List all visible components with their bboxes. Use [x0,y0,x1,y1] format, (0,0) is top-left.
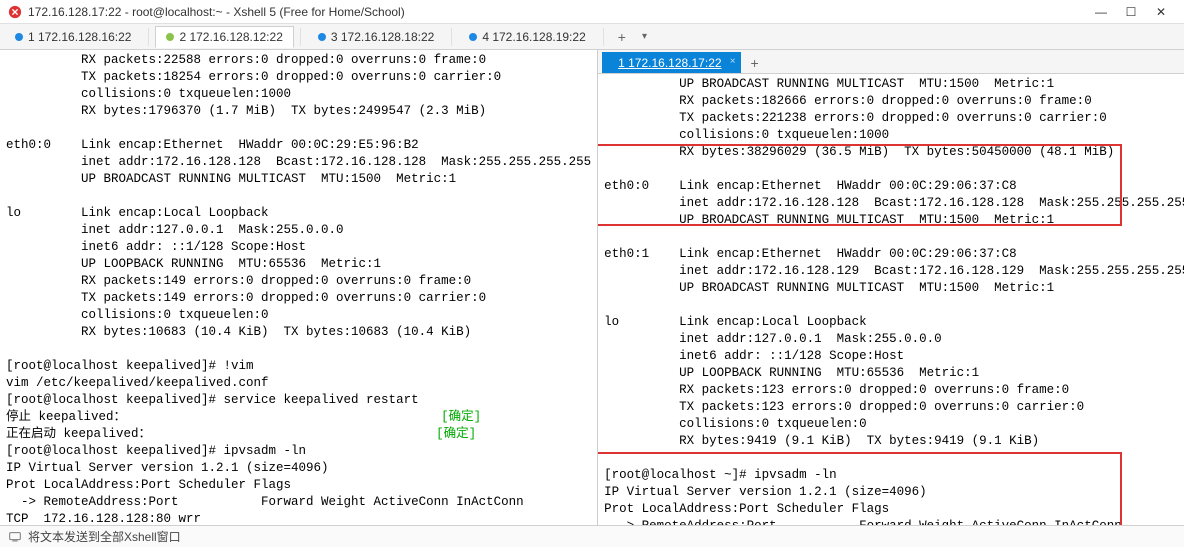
session-tab-2[interactable]: 2 172.16.128.12:22 [155,26,293,48]
window-title: 172.16.128.17:22 - root@localhost:~ - Xs… [28,5,405,19]
term-line: lo Link encap:Local Loopback [6,206,269,220]
term-line: inet addr:172.16.128.128 Bcast:172.16.12… [6,155,591,169]
tab-label: 1 172.16.128.17:22 [618,56,721,70]
term-line: lo Link encap:Local Loopback [604,315,867,329]
window-controls: — ☐ ✕ [1086,2,1176,22]
ok-status: [确定] [441,410,481,424]
term-line: [root@localhost keepalived]# !vim [6,359,254,373]
pane-left: RX packets:22588 errors:0 dropped:0 over… [0,50,598,525]
term-line: [root@localhost keepalived]# ipvsadm -ln [6,444,306,458]
titlebar: 172.16.128.17:22 - root@localhost:~ - Xs… [0,0,1184,24]
term-line: collisions:0 txqueuelen:0 [604,417,867,431]
session-tab-4[interactable]: 4 172.16.128.19:22 [458,26,596,48]
ok-status: [确定] [436,427,476,441]
term-line: collisions:0 txqueuelen:1000 [604,128,889,142]
term-line: Prot LocalAddress:Port Scheduler Flags [6,478,291,492]
term-line: RX packets:149 errors:0 dropped:0 overru… [6,274,471,288]
term-line: vim /etc/keepalived/keepalived.conf [6,376,269,390]
term-line: UP BROADCAST RUNNING MULTICAST MTU:1500 … [6,172,456,186]
term-line: RX packets:182666 errors:0 dropped:0 ove… [604,94,1092,108]
dot-icon [318,33,326,41]
dot-icon [166,33,174,41]
term-line: UP BROADCAST RUNNING MULTICAST MTU:1500 … [604,281,1054,295]
term-line: UP LOOPBACK RUNNING MTU:65536 Metric:1 [6,257,381,271]
dot-icon [15,33,23,41]
term-line: eth0:0 Link encap:Ethernet HWaddr 00:0C:… [604,179,1017,193]
tab-label: 3 172.16.128.18:22 [331,30,434,44]
tab-label: 2 172.16.128.12:22 [179,30,282,44]
term-line: inet addr:127.0.0.1 Mask:255.0.0.0 [604,332,942,346]
minimize-button[interactable]: — [1086,2,1116,22]
term-line: RX bytes:10683 (10.4 KiB) TX bytes:10683… [6,325,471,339]
term-line: [root@localhost keepalived]# service kee… [6,393,419,407]
pane-right: 1 172.16.128.17:22 × + UP BROADCAST RUNNI… [598,50,1184,525]
add-tab-button[interactable]: + [610,27,634,47]
term-line: inet6 addr: ::1/128 Scope:Host [604,349,904,363]
term-line: TX packets:18254 errors:0 dropped:0 over… [6,70,501,84]
term-line: UP BROADCAST RUNNING MULTICAST MTU:1500 … [604,213,1054,227]
session-tab-3[interactable]: 3 172.16.128.18:22 [307,26,445,48]
term-line: UP BROADCAST RUNNING MULTICAST MTU:1500 … [604,77,1054,91]
app-icon [8,5,22,19]
session-tab-1[interactable]: 1 172.16.128.16:22 [4,26,142,48]
close-button[interactable]: ✕ [1146,2,1176,22]
term-line: inet addr:172.16.128.129 Bcast:172.16.12… [604,264,1184,278]
term-line: TX packets:123 errors:0 dropped:0 overru… [604,400,1084,414]
term-line: inet6 addr: ::1/128 Scope:Host [6,240,306,254]
term-line: [root@localhost ~]# ipvsadm -ln [604,468,837,482]
term-line: IP Virtual Server version 1.2.1 (size=40… [6,461,329,475]
term-line: RX packets:123 errors:0 dropped:0 overru… [604,383,1069,397]
term-line: RX bytes:9419 (9.1 KiB) TX bytes:9419 (9… [604,434,1039,448]
pane-tab-1[interactable]: 1 172.16.128.17:22 × [602,52,740,73]
term-line: 停止 keepalived： [6,410,126,424]
term-line: Prot LocalAddress:Port Scheduler Flags [604,502,889,516]
term-line: eth0:0 Link encap:Ethernet HWaddr 00:0C:… [6,138,419,152]
term-line: IP Virtual Server version 1.2.1 (size=40… [604,485,927,499]
pane-tabbar: 1 172.16.128.17:22 × + [598,50,1184,74]
term-line: 正在启动 keepalived： [6,427,151,441]
term-line: TX packets:149 errors:0 dropped:0 overru… [6,291,486,305]
add-pane-tab-button[interactable]: + [743,53,767,73]
dot-icon [469,33,477,41]
term-line: RX packets:22588 errors:0 dropped:0 over… [6,53,486,67]
close-icon[interactable]: × [730,56,736,67]
term-line: UP LOOPBACK RUNNING MTU:65536 Metric:1 [604,366,979,380]
term-line: RX bytes:1796370 (1.7 MiB) TX bytes:2499… [6,104,486,118]
term-line: collisions:0 txqueuelen:0 [6,308,269,322]
statusbar-text: 将文本发送到全部Xshell窗口 [28,528,181,545]
session-tabbar: 1 172.16.128.16:22 2 172.16.128.12:22 3 … [0,24,1184,50]
statusbar: 将文本发送到全部Xshell窗口 [0,525,1184,547]
term-line: collisions:0 txqueuelen:1000 [6,87,291,101]
term-line: inet addr:172.16.128.128 Bcast:172.16.12… [604,196,1184,210]
term-line: TX packets:221238 errors:0 dropped:0 ove… [604,111,1107,125]
terminal-left[interactable]: RX packets:22588 errors:0 dropped:0 over… [0,50,597,525]
tab-label: 4 172.16.128.19:22 [482,30,585,44]
term-line: eth0:1 Link encap:Ethernet HWaddr 00:0C:… [604,247,1017,261]
term-line: RX bytes:38296029 (36.5 MiB) TX bytes:50… [604,145,1114,159]
broadcast-icon [8,530,22,544]
tab-dropdown-button[interactable]: ▾ [636,29,653,44]
term-line: -> RemoteAddress:Port Forward Weight Act… [6,495,524,509]
maximize-button[interactable]: ☐ [1116,2,1146,22]
term-line: inet addr:127.0.0.1 Mask:255.0.0.0 [6,223,344,237]
terminal-right[interactable]: UP BROADCAST RUNNING MULTICAST MTU:1500 … [598,74,1184,525]
tab-label: 1 172.16.128.16:22 [28,30,131,44]
term-line: TCP 172.16.128.128:80 wrr [6,512,201,525]
